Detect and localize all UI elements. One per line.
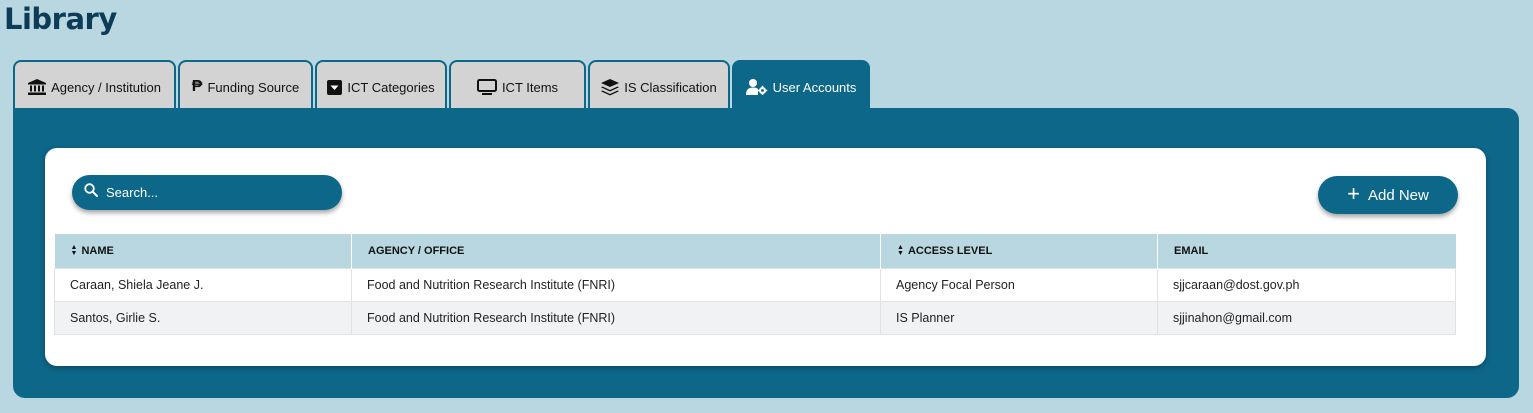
tab-bar: Agency / Institution ₱ Funding Source IC…	[13, 60, 870, 108]
cell-name: Santos, Girlie S.	[54, 300, 352, 335]
layers-icon	[601, 78, 620, 96]
table-header-row: ▲ ▼ NAME AGENCY / OFFICE ▲ ▼ ACCESS LEVEL EM…	[54, 234, 1456, 268]
cell-name: Caraan, Shiela Jeane J.	[54, 267, 352, 302]
cell-access-level: IS Planner	[880, 300, 1158, 335]
tab-label: ICT Categories	[347, 79, 435, 95]
add-new-label: Add New	[1367, 186, 1429, 204]
table-row[interactable]: Santos, Girlie S. Food and Nutrition Res…	[54, 300, 1456, 335]
column-header-email: EMAIL	[1157, 234, 1456, 268]
tab-label: Funding Source	[207, 79, 300, 95]
search-box[interactable]	[72, 175, 342, 210]
tab-user-accounts[interactable]: User Accounts	[732, 60, 870, 108]
user-gear-icon	[745, 79, 768, 95]
tab-funding-source[interactable]: ₱ Funding Source	[178, 60, 313, 108]
tab-is-classification[interactable]: IS Classification	[588, 60, 730, 108]
tab-label: User Accounts	[772, 79, 857, 95]
peso-icon: ₱	[191, 78, 203, 95]
content-panel: + Add New ▲▼NAME AGENCY / OFFICE ▲▼ACCES…	[13, 108, 1519, 398]
sort-icon[interactable]: ▲ ▼	[71, 244, 78, 257]
cell-email: sjjinahon@gmail.com	[1157, 300, 1456, 335]
cell-agency: Food and Nutrition Research Institute (F…	[351, 267, 881, 302]
tab-label: IS Classification	[624, 79, 717, 95]
column-header-access-level[interactable]: ▲ ▼ ACCESS LEVEL	[880, 234, 1158, 268]
user-accounts-table: ▲ ▼ NAME AGENCY / OFFICE ▲ ▼ ACCESS LEVEL EM…	[54, 234, 1456, 335]
bank-icon	[28, 79, 47, 95]
monitor-icon	[476, 79, 497, 95]
page-title: Library	[4, 2, 117, 36]
search-input[interactable]	[104, 184, 328, 201]
column-header-agency: AGENCY / OFFICE	[351, 234, 881, 268]
add-new-button[interactable]: + Add New	[1318, 176, 1458, 214]
user-accounts-card: + Add New ▲▼NAME AGENCY / OFFICE ▲▼ACCES…	[45, 148, 1486, 366]
cell-access-level: Agency Focal Person	[880, 267, 1158, 302]
tab-label: Agency / Institution	[51, 79, 161, 95]
tab-agency-institution[interactable]: Agency / Institution	[13, 60, 176, 108]
cell-email: sjjcaraan@dost.gov.ph	[1157, 267, 1456, 302]
search-icon	[84, 183, 98, 202]
dropdown-box-icon	[327, 79, 343, 95]
sort-icon[interactable]: ▲ ▼	[897, 244, 904, 257]
tab-label: ICT Items	[501, 79, 559, 95]
column-header-name[interactable]: ▲ ▼ NAME	[54, 234, 352, 268]
cell-agency: Food and Nutrition Research Institute (F…	[351, 300, 881, 335]
tab-ict-items[interactable]: ICT Items	[449, 60, 586, 108]
plus-icon: +	[1347, 181, 1360, 206]
tab-ict-categories[interactable]: ICT Categories	[315, 60, 447, 108]
table-row[interactable]: Caraan, Shiela Jeane J. Food and Nutriti…	[54, 267, 1456, 302]
